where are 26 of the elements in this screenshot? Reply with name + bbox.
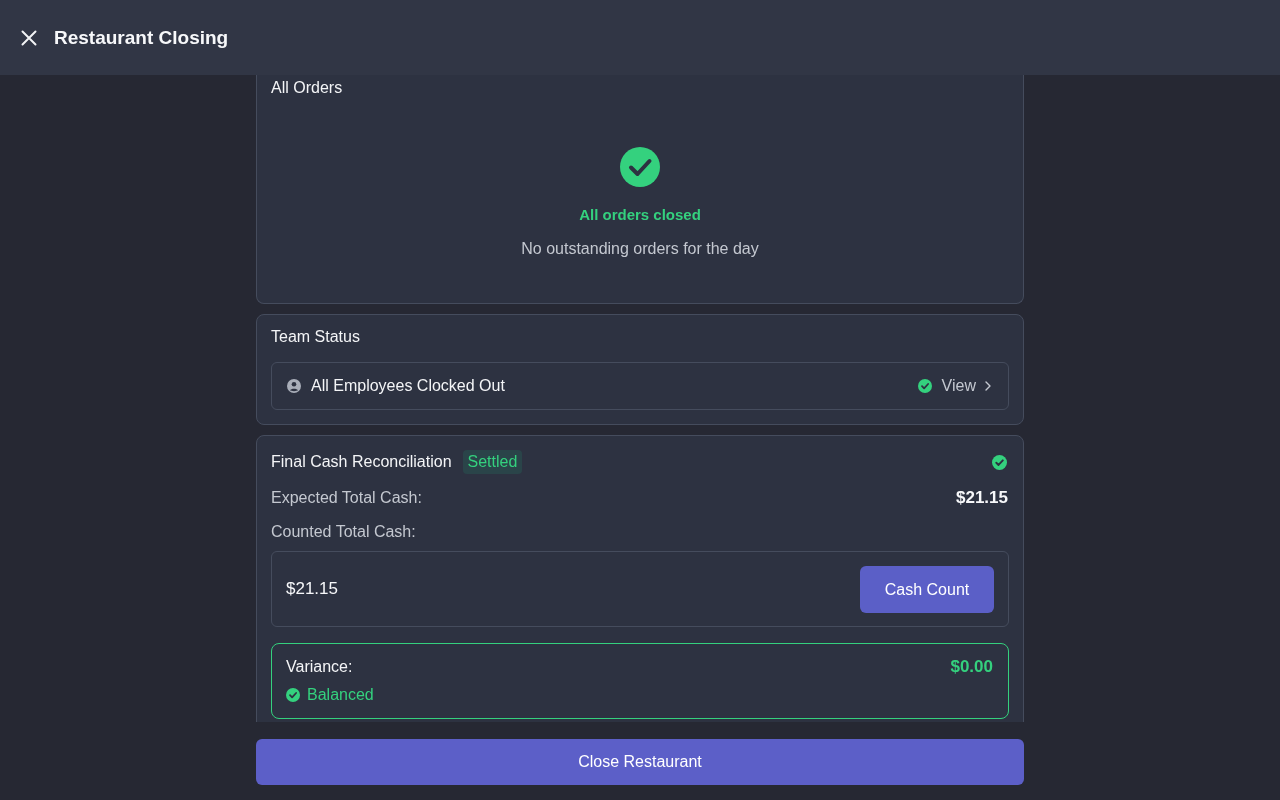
- counted-cash-value: $21.15: [286, 579, 338, 599]
- card-title: Team Status: [271, 327, 361, 347]
- variance-label: Variance:: [286, 657, 353, 677]
- counted-cash-label: Counted Total Cash:: [271, 522, 416, 542]
- view-link[interactable]: View: [941, 377, 976, 395]
- team-status-label: All Employees Clocked Out: [311, 377, 505, 395]
- close-icon: [21, 29, 37, 46]
- expected-cash-value: $21.15: [956, 488, 1008, 508]
- counted-cash-field[interactable]: $21.15 Cash Count: [271, 551, 1009, 627]
- check-circle-icon: [286, 688, 300, 702]
- close-button[interactable]: [20, 28, 38, 47]
- cash-count-button[interactable]: Cash Count: [860, 566, 994, 613]
- variance-status: Balanced: [307, 685, 374, 705]
- user-circle-icon: [287, 379, 301, 393]
- check-circle-icon: [992, 454, 1007, 470]
- expected-cash-label: Expected Total Cash:: [271, 488, 422, 508]
- status-badge: Settled: [462, 450, 523, 474]
- variance-value: $0.00: [950, 657, 993, 677]
- close-restaurant-button[interactable]: Close Restaurant: [256, 739, 1024, 785]
- team-status-row[interactable]: All Employees Clocked Out View: [271, 362, 1009, 410]
- status-message: No outstanding orders for the day: [521, 239, 759, 259]
- page-title: Restaurant Closing: [54, 26, 229, 49]
- chevron-right-icon: [985, 381, 991, 391]
- card-title: Final Cash Reconciliation: [271, 452, 452, 472]
- card-title: All Orders: [271, 78, 344, 98]
- status-heading: All orders closed: [579, 205, 701, 225]
